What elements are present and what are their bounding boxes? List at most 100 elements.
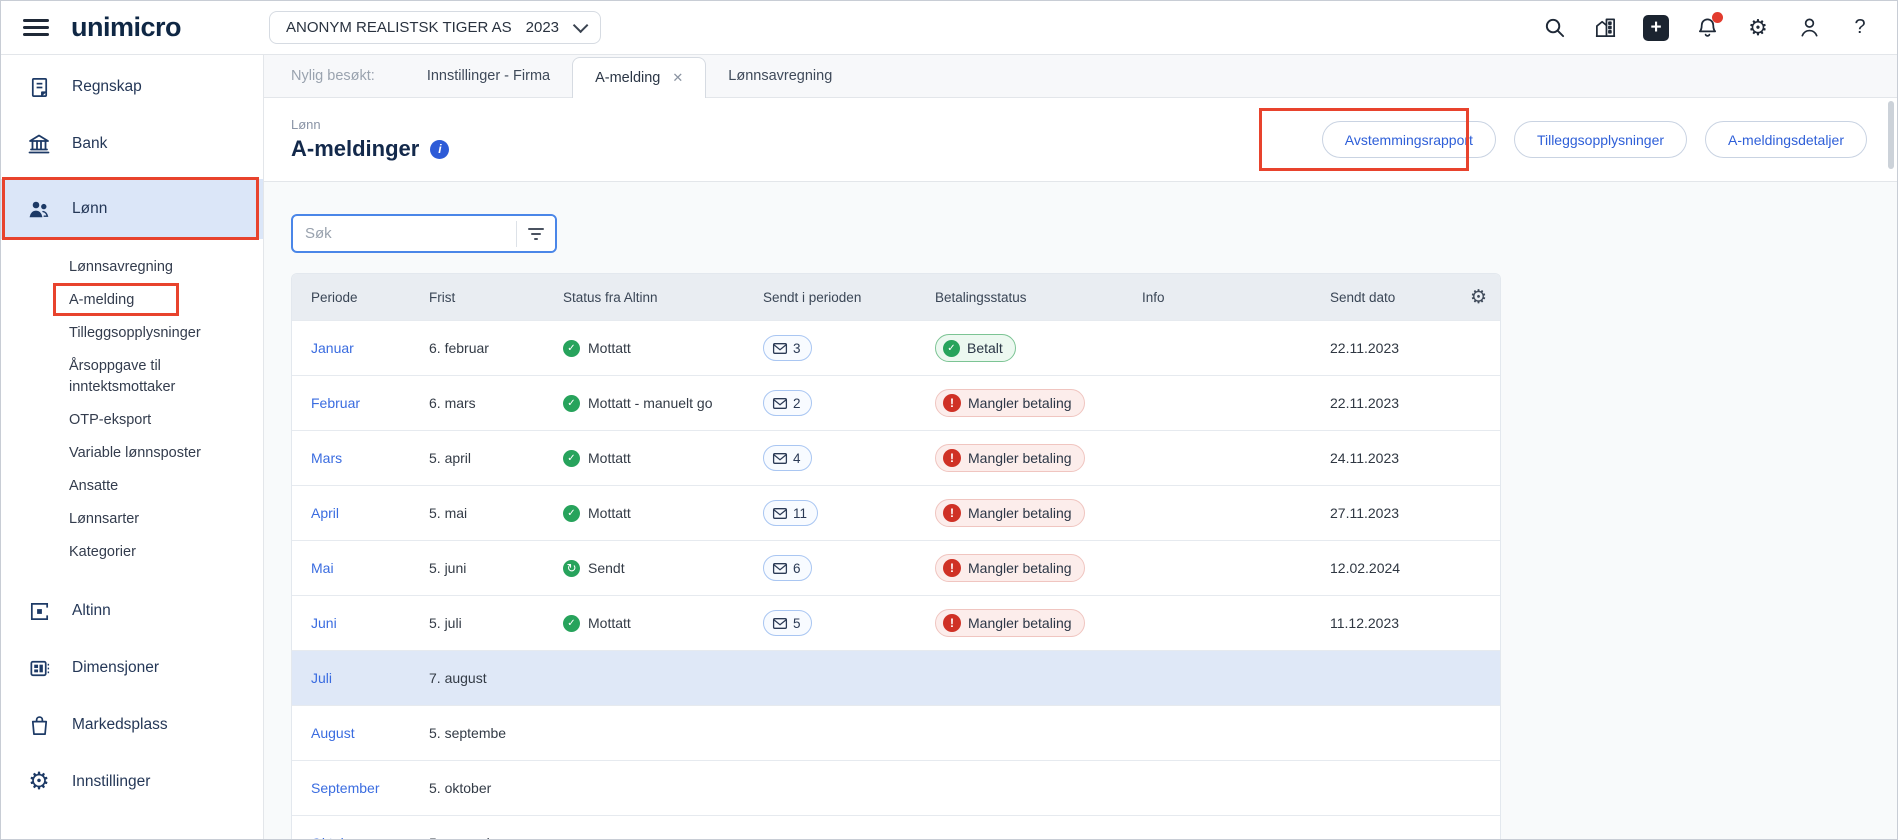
notification-badge	[1712, 11, 1723, 23]
tab-innstillinger-firma[interactable]: Innstillinger - Firma	[405, 68, 572, 84]
tilleggsopplysninger-button[interactable]: Tilleggsopplysninger	[1513, 121, 1688, 158]
ameldingsdetaljer-button[interactable]: A-meldingsdetaljer	[1705, 121, 1867, 158]
period-link[interactable]: Mai	[311, 560, 334, 576]
sidebar-item-label: Lønn	[72, 200, 108, 217]
sidebar-item-label: Innstillinger	[72, 773, 151, 790]
search-box	[291, 214, 557, 253]
payment-status-badge: ! Mangler betaling	[935, 609, 1085, 637]
table-row-selected[interactable]: Juli 7. august	[292, 650, 1500, 705]
sent-count-badge[interactable]: 6	[763, 555, 812, 581]
company-selector[interactable]: ANONYM REALISTSK TIGER AS 2023	[269, 11, 602, 44]
sent-count-badge[interactable]: 5	[763, 610, 812, 636]
sent-count-badge[interactable]: 2	[763, 390, 812, 416]
help-icon[interactable]: ?	[1847, 15, 1873, 41]
period-link[interactable]: Oktober	[311, 835, 361, 839]
filter-icon[interactable]	[516, 216, 555, 251]
sidebar-item-lonn[interactable]: Lønn	[1, 179, 263, 239]
period-link[interactable]: September	[311, 780, 379, 796]
table-row[interactable]: Februar 6. mars ✓ Mottatt - manuelt go 2 …	[292, 375, 1500, 430]
check-circle-icon: ✓	[563, 614, 580, 632]
table-row[interactable]: September 5. oktober	[292, 760, 1500, 815]
avstemmingsrapport-button[interactable]: Avstemmingsrapport	[1321, 121, 1496, 158]
col-header-periode[interactable]: Periode	[292, 290, 429, 305]
check-circle-icon: ✓	[563, 504, 580, 522]
settings-gear-icon[interactable]: ⚙	[1745, 15, 1771, 41]
table-row[interactable]: Mai 5. juni ↻ Sendt 6 ! Mangler betaling 1…	[292, 540, 1500, 595]
sidebar-subitem-tilleggsopplysninger[interactable]: Tilleggsopplysninger	[69, 323, 233, 344]
frist-cell: 6. februar	[429, 340, 489, 356]
search-icon[interactable]	[1541, 15, 1567, 41]
sent-count-badge[interactable]: 3	[763, 335, 812, 361]
sent-date-cell: 11.12.2023	[1330, 615, 1400, 631]
sidebar-subitem-lonnsavregning[interactable]: Lønnsavregning	[69, 257, 233, 278]
period-link[interactable]: Februar	[311, 395, 360, 411]
col-header-betalingsstatus[interactable]: Betalingsstatus	[935, 290, 1142, 305]
sidebar-subitem-lonnsarter[interactable]: Lønnsarter	[69, 509, 233, 530]
frist-cell: 7. august	[429, 670, 487, 686]
status-text: Mottatt	[588, 505, 631, 521]
bag-icon	[26, 714, 52, 737]
sidebar-item-regnskap[interactable]: Regnskap	[1, 65, 263, 109]
frist-cell: 6. mars	[429, 395, 476, 411]
table-row[interactable]: April 5. mai ✓ Mottatt 11 ! Mangler betali…	[292, 485, 1500, 540]
sent-count: 6	[793, 560, 801, 576]
period-link[interactable]: Juli	[311, 670, 332, 686]
sent-count-badge[interactable]: 11	[763, 500, 819, 526]
sidebar-subitem-arsoppgave[interactable]: Årsoppgave til inntektsmottaker	[69, 356, 233, 398]
period-link[interactable]: April	[311, 505, 339, 521]
sidebar-item-dimensjoner[interactable]: Dimensjoner	[1, 646, 263, 690]
sent-date-cell: 22.11.2023	[1330, 340, 1400, 356]
sidebar-item-altinn[interactable]: Altinn	[1, 589, 263, 633]
sidebar-item-bank[interactable]: Bank	[1, 122, 263, 166]
period-link[interactable]: Juni	[311, 615, 337, 631]
payment-status-badge: ! Mangler betaling	[935, 499, 1085, 527]
table-row[interactable]: Januar 6. februar ✓ Mottatt 3 ✓ Betalt 22.…	[292, 320, 1500, 375]
recent-tabs-bar: Nylig besøkt: Innstillinger - Firma A-me…	[264, 55, 1897, 98]
sent-count: 11	[793, 505, 808, 521]
table-row[interactable]: Oktober 5. november	[292, 815, 1500, 839]
main-area: Nylig besøkt: Innstillinger - Firma A-me…	[264, 55, 1897, 839]
gear-icon: ⚙	[28, 768, 50, 795]
col-header-status[interactable]: Status fra Altinn	[563, 290, 763, 305]
period-link[interactable]: Januar	[311, 340, 354, 356]
info-icon[interactable]: i	[430, 139, 450, 159]
sidebar-subitem-amelding[interactable]: A-melding	[69, 290, 233, 311]
sidebar-item-innstillinger[interactable]: ⚙ Innstillinger	[1, 760, 263, 804]
table-header-row: Periode Frist Status fra Altinn Sendt i …	[292, 274, 1500, 320]
page-title: A-meldinger	[291, 136, 420, 161]
sidebar-item-label: Regnskap	[72, 78, 142, 95]
frist-cell: 5. april	[429, 450, 472, 466]
sidebar-subitem-otp-eksport[interactable]: OTP-eksport	[69, 410, 233, 431]
sidebar-subitem-variable-lonnsposter[interactable]: Variable lønnsposter	[69, 443, 233, 464]
tab-amelding[interactable]: A-melding ✕	[572, 56, 707, 98]
user-profile-icon[interactable]	[1796, 15, 1822, 41]
check-circle-icon: ✓	[563, 449, 580, 467]
exclamation-circle-icon: !	[943, 614, 961, 632]
add-new-button[interactable]: +	[1643, 14, 1669, 41]
top-bar: unimicro ANONYM REALISTSK TIGER AS 2023 …	[1, 1, 1897, 55]
table-row[interactable]: August 5. septembe	[292, 705, 1500, 760]
period-link[interactable]: August	[311, 725, 355, 741]
search-input[interactable]	[293, 225, 516, 242]
sent-count: 3	[793, 340, 801, 356]
sidebar-item-markedsplass[interactable]: Markedsplass	[1, 703, 263, 747]
notifications-bell-icon[interactable]	[1694, 11, 1723, 41]
col-header-frist[interactable]: Frist	[429, 290, 563, 305]
col-header-sendt-dato[interactable]: Sendt dato	[1330, 290, 1470, 305]
col-header-info[interactable]: Info	[1142, 290, 1330, 305]
sent-count-badge[interactable]: 4	[763, 445, 812, 471]
tab-lonnsavregning[interactable]: Lønnsavregning	[706, 68, 854, 84]
exclamation-circle-icon: !	[943, 559, 961, 577]
close-icon[interactable]: ✕	[672, 70, 683, 86]
sidebar-subitem-ansatte[interactable]: Ansatte	[69, 476, 233, 497]
sidebar-subitem-kategorier[interactable]: Kategorier	[69, 542, 233, 563]
period-link[interactable]: Mars	[311, 450, 342, 466]
table-row[interactable]: Mars 5. april ✓ Mottatt 4 ! Mangler betali…	[292, 430, 1500, 485]
col-header-sendt[interactable]: Sendt i perioden	[763, 290, 935, 305]
scrollbar-thumb[interactable]	[1888, 101, 1894, 169]
column-settings-gear-icon[interactable]: ⚙	[1470, 286, 1500, 309]
hamburger-menu-icon[interactable]	[23, 19, 49, 36]
company-building-icon[interactable]	[1592, 15, 1618, 41]
recently-visited-label: Nylig besøkt:	[291, 68, 375, 84]
table-row[interactable]: Juni 5. juli ✓ Mottatt 5 ! Mangler betalin…	[292, 595, 1500, 650]
